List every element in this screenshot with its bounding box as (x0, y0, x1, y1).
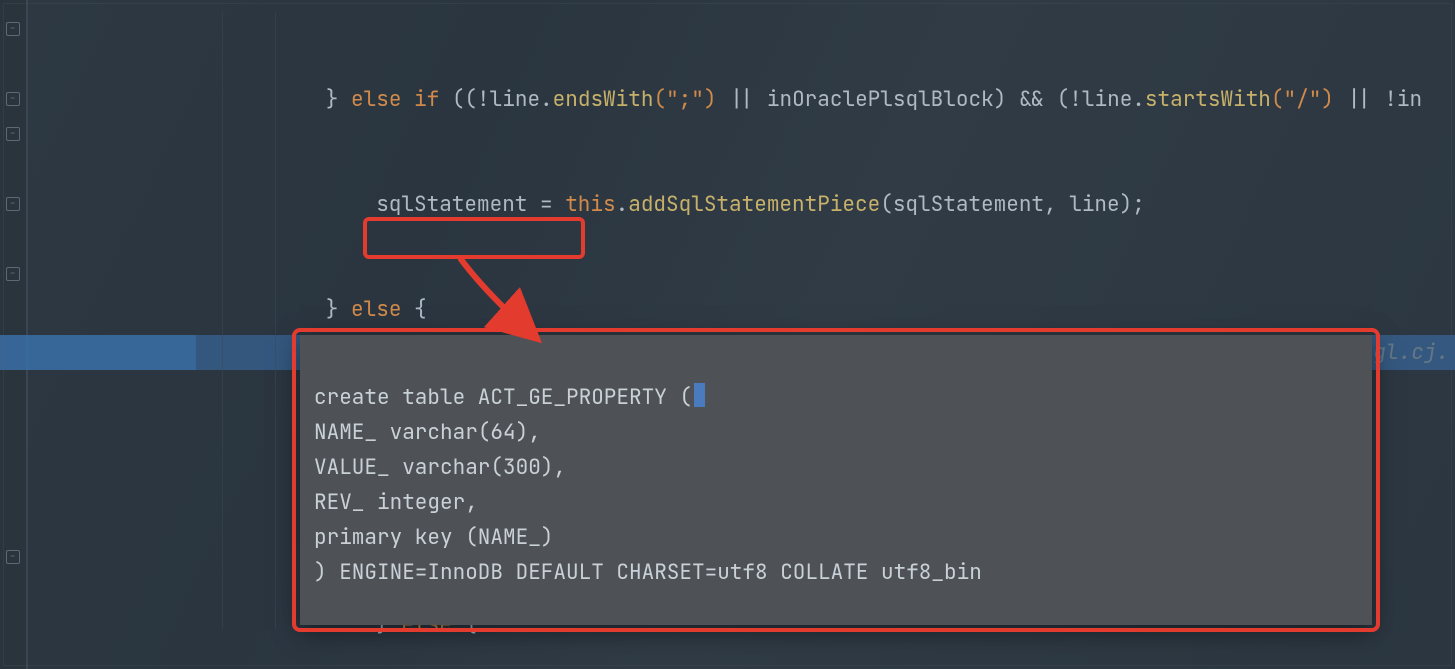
popup-line: primary key (NAME_) (314, 524, 553, 551)
fold-marker-icon[interactable] (6, 550, 20, 564)
fold-marker-icon[interactable] (6, 127, 20, 141)
popup-line: create table ACT_GE_PROPERTY ( (314, 384, 705, 411)
popup-line: REV_ integer, (314, 489, 478, 516)
fold-marker-icon[interactable] (6, 197, 20, 211)
popup-line: NAME_ varchar(64), (314, 419, 541, 446)
code-line[interactable]: } else { (28, 292, 1455, 327)
debug-value-popup[interactable]: create table ACT_GE_PROPERTY ( NAME_ var… (300, 335, 1372, 625)
fold-marker-icon[interactable] (6, 92, 20, 106)
code-line[interactable]: sqlStatement = this.addSqlStatementPiece… (28, 187, 1455, 222)
popup-line: ) ENGINE=InnoDB DEFAULT CHARSET=utf8 COL… (314, 559, 982, 586)
text-cursor-icon (694, 383, 705, 407)
code-line[interactable]: } else if ((!line.endsWith(";") || inOra… (28, 82, 1455, 117)
editor-viewport: } else if ((!line.endsWith(";") || inOra… (0, 0, 1455, 669)
fold-marker-icon[interactable] (6, 267, 20, 281)
inline-hint: gl.cj. (1373, 335, 1455, 370)
fold-marker-icon[interactable] (6, 22, 20, 36)
popup-line: VALUE_ varchar(300), (314, 454, 566, 481)
